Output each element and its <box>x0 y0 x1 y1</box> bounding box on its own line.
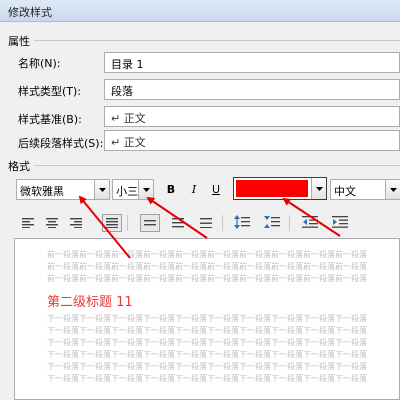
align-center-icon <box>46 218 58 228</box>
preview-next-paragraph-line: 下一段落下一段落下一段落下一段落下一段落下一段落下一段落下一段落下一段落下一段落 <box>47 326 367 335</box>
font-name-value: 微软雅黑 <box>20 185 64 198</box>
name-label: 名称(N): <box>18 57 61 70</box>
preview-previous-paragraph-line: 前一段落前一段落前一段落前一段落前一段落前一段落前一段落前一段落前一段落前一段落 <box>47 262 367 271</box>
style-type-value: 段落 <box>111 85 133 98</box>
chevron-down-icon <box>142 187 150 192</box>
preview-next-paragraph-line: 下一段落下一段落下一段落下一段落下一段落下一段落下一段落下一段落下一段落下一段落 <box>47 350 367 359</box>
style-based-on-value: ↵ 正文 <box>111 112 146 125</box>
language-dropdown-button[interactable] <box>385 180 400 199</box>
underline-button[interactable]: U <box>207 180 225 198</box>
double-spacing-button[interactable] <box>196 214 216 232</box>
chevron-down-icon <box>389 187 397 192</box>
paragraph-spacing-decrease-icon <box>264 216 280 228</box>
align-center-button[interactable] <box>42 214 62 232</box>
properties-separator <box>34 40 400 41</box>
style-based-on-label: 样式基准(B): <box>18 113 82 126</box>
language-combo[interactable]: 中文 <box>330 179 400 200</box>
line-spacing-single-icon <box>144 220 156 226</box>
spacing-decrease-button[interactable] <box>262 213 282 231</box>
font-color-swatch <box>236 180 308 197</box>
chevron-down-icon <box>98 187 106 192</box>
preview-next-paragraph-line: 下一段落下一段落下一段落下一段落下一段落下一段落下一段落下一段落下一段落下一段落 <box>47 338 367 347</box>
font-name-dropdown-button[interactable] <box>94 180 109 199</box>
style-type-select[interactable]: 段落 <box>104 79 400 100</box>
name-field[interactable]: 目录 1 <box>104 52 400 73</box>
increase-indent-button[interactable] <box>330 213 350 231</box>
line-spacing-double-icon <box>200 218 212 228</box>
font-size-combo[interactable]: 小三 <box>112 179 154 200</box>
format-section-label: 格式 <box>8 160 30 173</box>
paragraph-spacing-increase-icon <box>234 215 250 229</box>
font-color-picker[interactable] <box>233 177 327 200</box>
toolbar-separator <box>289 215 290 231</box>
font-size-value: 小三 <box>116 185 138 198</box>
style-preview-pane: 前一段落前一段落前一段落前一段落前一段落前一段落前一段落前一段落前一段落前一段落… <box>14 238 400 400</box>
preview-heading-sample: 第二级标题 11 <box>47 295 133 310</box>
next-style-value: ↵ 正文 <box>111 136 146 149</box>
font-name-combo[interactable]: 微软雅黑 <box>16 179 110 200</box>
bold-button[interactable]: B <box>162 180 180 198</box>
preview-next-paragraph-line: 下一段落下一段落下一段落下一段落下一段落下一段落下一段落下一段落下一段落下一段落 <box>47 314 367 323</box>
align-justify-icon <box>106 218 118 228</box>
align-right-icon <box>70 218 82 228</box>
one-half-spacing-button[interactable] <box>168 214 188 232</box>
preview-previous-paragraph-line: 前一段落前一段落前一段落前一段落前一段落前一段落前一段落前一段落前一段落前一段落 <box>47 250 367 259</box>
decrease-indent-icon <box>302 216 318 228</box>
font-size-dropdown-button[interactable] <box>138 180 153 199</box>
justify-button[interactable] <box>102 214 122 232</box>
language-value: 中文 <box>334 185 356 198</box>
font-color-dropdown-button[interactable] <box>311 178 326 199</box>
format-separator <box>34 165 400 166</box>
style-based-on-select[interactable]: ↵ 正文 <box>104 106 400 127</box>
align-left-icon <box>22 218 34 228</box>
decrease-indent-button[interactable] <box>300 213 320 231</box>
properties-section-label: 属性 <box>8 35 30 48</box>
preview-next-paragraph-line: 下一段落下一段落下一段落下一段落下一段落下一段落下一段落下一段落下一段落下一段落 <box>47 362 367 371</box>
toolbar-separator <box>127 215 128 231</box>
style-type-label: 样式类型(T): <box>18 85 82 98</box>
chevron-down-icon <box>315 186 323 191</box>
single-spacing-button[interactable] <box>140 214 160 232</box>
align-right-button[interactable] <box>66 214 86 232</box>
toolbar-separator <box>222 215 223 231</box>
next-style-select[interactable]: ↵ 正文 <box>104 130 400 151</box>
dialog-title: 修改样式 <box>8 6 52 19</box>
preview-previous-paragraph-line: 前一段落前一段落前一段落前一段落前一段落前一段落前一段落前一段落前一段落前一段落 <box>47 274 367 283</box>
preview-next-paragraph-line: 下一段落下一段落下一段落下一段落下一段落下一段落下一段落下一段落下一段落下一段落 <box>47 374 367 383</box>
name-value: 目录 1 <box>111 58 144 71</box>
increase-indent-icon <box>332 216 348 228</box>
line-spacing-one-half-icon <box>172 218 184 228</box>
spacing-increase-button[interactable] <box>232 213 252 231</box>
italic-button[interactable]: I <box>185 180 203 198</box>
dialog-titlebar[interactable]: 修改样式 <box>0 0 400 22</box>
align-left-button[interactable] <box>18 214 38 232</box>
next-style-label: 后续段落样式(S): <box>18 137 104 150</box>
